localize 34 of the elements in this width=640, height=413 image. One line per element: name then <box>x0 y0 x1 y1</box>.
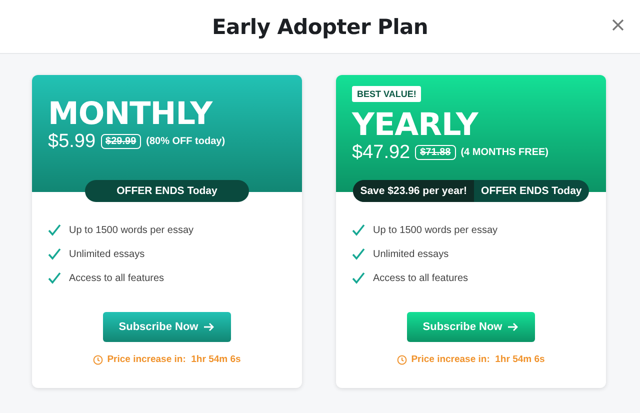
check-icon <box>48 224 61 236</box>
discount-note: (4 MONTHS FREE) <box>460 147 548 158</box>
feature-text: Access to all features <box>69 272 164 284</box>
arrow-icon <box>507 322 520 332</box>
check-icon <box>48 272 61 284</box>
discount-note: (80% OFF today) <box>146 136 226 147</box>
old-price: $29.99 <box>100 134 142 149</box>
check-icon <box>352 272 365 284</box>
window-title: Early Adopter Plan <box>212 14 428 38</box>
check-icon <box>352 224 365 236</box>
feature-text: Unlimited essays <box>373 248 449 260</box>
best-value-badge: BEST VALUE! <box>352 86 422 102</box>
subscribe-button[interactable]: Subscribe Now <box>103 312 231 342</box>
feature-text: Unlimited essays <box>69 248 145 260</box>
plan-name: YEARLY <box>352 108 480 142</box>
close-icon[interactable] <box>610 17 626 33</box>
price-increase-timer: Price increase in: 1hr 54m 6s <box>107 354 241 365</box>
price-increase-timer: Price increase in: 1hr 54m 6s <box>411 354 545 365</box>
subscribe-button[interactable]: Subscribe Now <box>407 312 535 342</box>
offer-text: OFFER ENDS Today <box>116 184 218 199</box>
feature-text: Up to 1500 words per essay <box>373 224 498 236</box>
arrow-icon <box>203 322 216 332</box>
check-icon <box>352 248 365 260</box>
feature-text: Up to 1500 words per essay <box>69 224 194 236</box>
clock-icon <box>93 354 104 364</box>
clock-icon <box>397 354 408 364</box>
plan-name: MONTHLY <box>48 96 214 130</box>
price: $47.92 <box>352 142 410 164</box>
feature-text: Access to all features <box>373 272 468 284</box>
offer-text: Save $23.96 per year! <box>353 180 474 202</box>
price: $5.99 <box>48 130 96 152</box>
offer-text: OFFER ENDS Today <box>480 184 583 199</box>
old-price: $71.88 <box>415 145 456 160</box>
check-icon <box>48 248 61 260</box>
